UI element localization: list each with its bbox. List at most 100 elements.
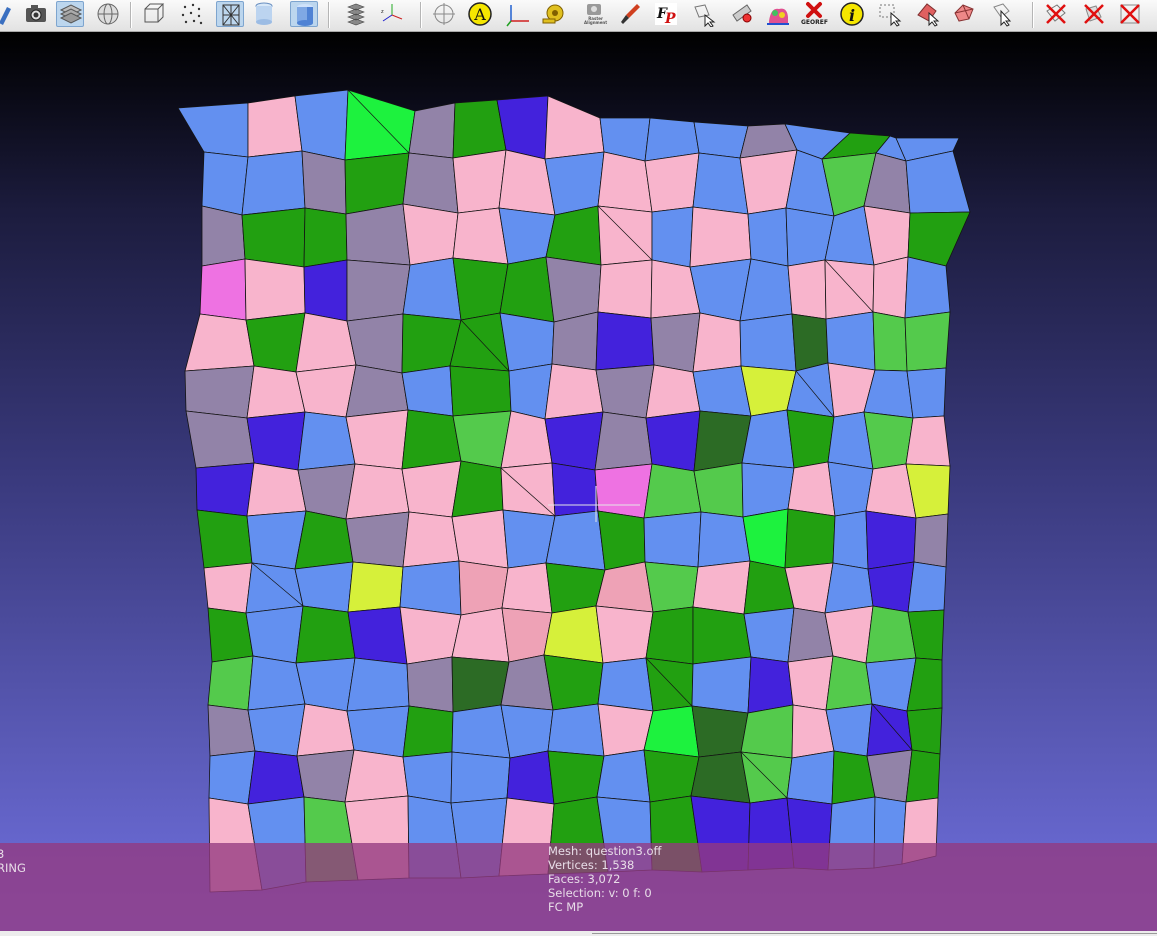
mesh-face [824,259,875,320]
mesh-face [865,510,917,570]
mesh-face [597,657,654,712]
mesh-faces [177,89,971,893]
select-connected-button[interactable] [914,1,942,27]
mesh-face [347,561,404,613]
axes-button[interactable]: z [378,1,406,27]
face-count-label: Faces: 3,072 [548,872,621,886]
mesh-face [595,311,655,371]
smooth-shading-button[interactable] [290,1,318,27]
delete-faces-button[interactable] [1080,1,1108,27]
mesh-face [905,150,971,214]
info-icon: i [840,2,864,26]
mesh-face [501,562,553,614]
mesh-face [643,705,700,758]
crosshair-button[interactable] [430,1,458,27]
mesh-face [506,750,555,805]
mesh-face [547,703,605,757]
mesh-face [645,657,694,712]
mesh-face [294,89,349,161]
mesh-face [544,411,604,471]
annotation-button[interactable]: A [466,1,494,27]
mesh-face [551,462,599,517]
points-icon [181,3,203,25]
axis-frame-button[interactable] [504,1,532,27]
mesh-face [451,656,510,713]
svg-text:z: z [381,9,384,15]
mesh-face [451,704,511,759]
mesh-face [691,705,749,758]
edit-icon [0,7,11,25]
mesh-face [543,605,604,664]
layers-button[interactable] [56,1,84,27]
select-cursor-icon [993,3,1012,27]
fp-button[interactable]: FP [652,1,680,27]
color-animal-icon [767,8,789,25]
mesh-face [594,411,653,471]
mesh-face [786,409,835,469]
mesh-face [867,561,915,613]
mesh-face [787,259,827,320]
select-rect-button[interactable] [876,1,904,27]
mesh-face [401,460,462,518]
mesh-face [458,560,509,616]
mesh-face [747,207,789,267]
layer-stack-button[interactable] [342,1,370,27]
mesh-face [644,561,699,613]
mesh-face [690,751,751,804]
mesh-face [245,562,304,614]
mesh-face [408,102,456,159]
mesh-face [499,312,555,372]
mesh-face [195,462,255,517]
bounding-box-button[interactable] [140,1,168,27]
mesh-face [644,152,700,213]
bounding-box-icon [144,3,165,23]
mesh-face [196,509,253,569]
edit-button[interactable] [0,1,22,27]
mesh-face [597,510,646,571]
svg-text:i: i [849,6,855,25]
mesh-face [747,656,794,714]
delete-vertices-button[interactable] [1042,1,1070,27]
mesh-face [402,152,459,214]
mesh-face [344,89,416,161]
globe-button[interactable] [94,1,122,27]
select-vertices-button[interactable] [728,1,756,27]
wireframe-button[interactable] [216,1,244,27]
mesh-face [246,462,307,517]
color-animal-button[interactable] [764,1,792,27]
mesh-face [595,605,654,664]
svg-text:A: A [473,5,486,24]
flat-shading-button[interactable] [250,1,278,27]
points-button[interactable] [178,1,206,27]
mesh-face [787,461,836,517]
mesh-face [345,364,409,418]
mesh-face [913,513,949,568]
mesh-face [199,258,247,321]
mesh-face [697,511,751,568]
layers-icon [59,4,83,24]
mesh-face [201,205,246,267]
measure-tape-button[interactable] [540,1,568,27]
delete-all-button[interactable] [1116,1,1144,27]
snapshot-camera-button[interactable] [22,1,50,27]
3d-viewport[interactable]: 3 RING Mesh: question3.off Vertices: 1,5… [0,32,1157,931]
select-cursor-button[interactable] [988,1,1016,27]
mesh-face [543,654,604,711]
mesh-face [597,205,653,266]
mesh-face [739,313,797,372]
mesh-face [301,150,347,215]
mesh-face [643,511,702,568]
paint-brush-button[interactable] [616,1,644,27]
info-button[interactable]: i [838,1,866,27]
mesh-face [863,411,914,470]
mesh-face [743,607,795,663]
mesh-face [500,704,554,759]
mesh-face [452,207,509,265]
mesh-face [449,365,512,417]
mesh-face [742,508,789,569]
mesh-render[interactable] [0,32,1157,931]
select-region-button[interactable] [950,1,978,27]
select-faces-button[interactable] [690,1,718,27]
render-mode-label: FC MP [548,900,584,914]
smooth-shading-icon [297,4,313,26]
